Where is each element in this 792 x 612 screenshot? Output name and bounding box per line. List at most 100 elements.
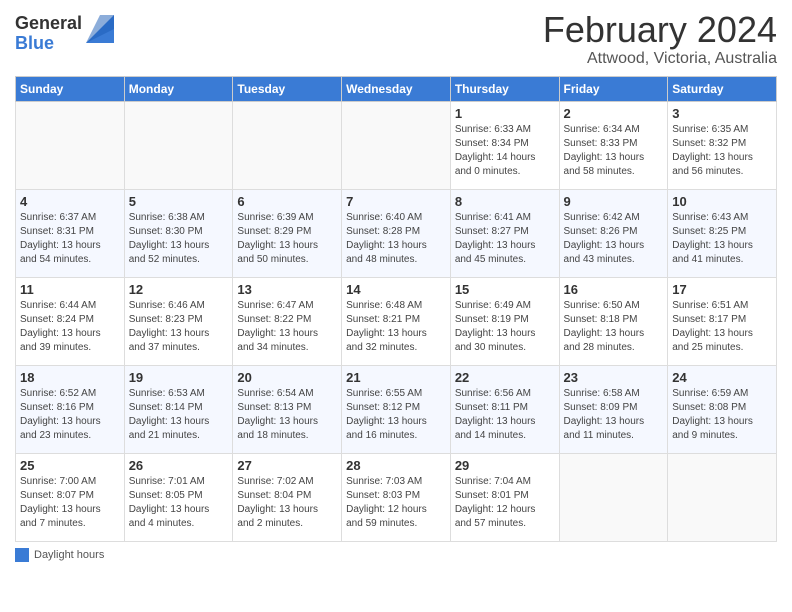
calendar-cell: 14Sunrise: 6:48 AM Sunset: 8:21 PM Dayli… [342, 277, 451, 365]
day-number: 19 [129, 370, 229, 385]
day-info: Sunrise: 6:38 AM Sunset: 8:30 PM Dayligh… [129, 211, 229, 267]
day-number: 3 [672, 106, 772, 121]
day-info: Sunrise: 6:39 AM Sunset: 8:29 PM Dayligh… [237, 211, 337, 267]
calendar-cell: 1Sunrise: 6:33 AM Sunset: 8:34 PM Daylig… [450, 101, 559, 189]
day-info: Sunrise: 6:54 AM Sunset: 8:13 PM Dayligh… [237, 387, 337, 443]
day-info: Sunrise: 6:55 AM Sunset: 8:12 PM Dayligh… [346, 387, 446, 443]
day-header-tuesday: Tuesday [233, 76, 342, 101]
calendar-cell: 13Sunrise: 6:47 AM Sunset: 8:22 PM Dayli… [233, 277, 342, 365]
day-info: Sunrise: 7:00 AM Sunset: 8:07 PM Dayligh… [20, 475, 120, 531]
day-number: 29 [455, 458, 555, 473]
day-number: 5 [129, 194, 229, 209]
calendar-body: 1Sunrise: 6:33 AM Sunset: 8:34 PM Daylig… [16, 101, 777, 541]
day-info: Sunrise: 6:40 AM Sunset: 8:28 PM Dayligh… [346, 211, 446, 267]
day-header-saturday: Saturday [668, 76, 777, 101]
calendar-cell [668, 453, 777, 541]
calendar-header: SundayMondayTuesdayWednesdayThursdayFrid… [16, 76, 777, 101]
day-info: Sunrise: 6:49 AM Sunset: 8:19 PM Dayligh… [455, 299, 555, 355]
calendar-cell [233, 101, 342, 189]
calendar-cell: 9Sunrise: 6:42 AM Sunset: 8:26 PM Daylig… [559, 189, 668, 277]
legend-box [15, 548, 29, 562]
logo-general: General [15, 14, 82, 34]
calendar-cell: 12Sunrise: 6:46 AM Sunset: 8:23 PM Dayli… [124, 277, 233, 365]
day-info: Sunrise: 7:01 AM Sunset: 8:05 PM Dayligh… [129, 475, 229, 531]
day-info: Sunrise: 6:43 AM Sunset: 8:25 PM Dayligh… [672, 211, 772, 267]
calendar-cell: 17Sunrise: 6:51 AM Sunset: 8:17 PM Dayli… [668, 277, 777, 365]
day-info: Sunrise: 6:33 AM Sunset: 8:34 PM Dayligh… [455, 123, 555, 179]
day-info: Sunrise: 6:42 AM Sunset: 8:26 PM Dayligh… [564, 211, 664, 267]
day-info: Sunrise: 6:37 AM Sunset: 8:31 PM Dayligh… [20, 211, 120, 267]
calendar-cell [124, 101, 233, 189]
calendar-cell: 26 Sunrise: 7:01 AM Sunset: 8:05 PM Dayli… [124, 453, 233, 541]
calendar-cell: 4 Sunrise: 6:37 AM Sunset: 8:31 PM Daylig… [16, 189, 125, 277]
day-number: 8 [455, 194, 555, 209]
day-number: 22 [455, 370, 555, 385]
day-header-monday: Monday [124, 76, 233, 101]
calendar-cell: 24Sunrise: 6:59 AM Sunset: 8:08 PM Dayli… [668, 365, 777, 453]
calendar-cell: 28 Sunrise: 7:03 AM Sunset: 8:03 PM Dayli… [342, 453, 451, 541]
calendar-week-1: 1Sunrise: 6:33 AM Sunset: 8:34 PM Daylig… [16, 101, 777, 189]
day-number: 26 [129, 458, 229, 473]
calendar-cell [559, 453, 668, 541]
calendar-cell: 2Sunrise: 6:34 AM Sunset: 8:33 PM Daylig… [559, 101, 668, 189]
calendar-cell: 23 Sunrise: 6:58 AM Sunset: 8:09 PM Dayli… [559, 365, 668, 453]
day-header-friday: Friday [559, 76, 668, 101]
day-info: Sunrise: 6:52 AM Sunset: 8:16 PM Dayligh… [20, 387, 120, 443]
calendar-cell: 27 Sunrise: 7:02 AM Sunset: 8:04 PM Dayli… [233, 453, 342, 541]
day-info: Sunrise: 6:56 AM Sunset: 8:11 PM Dayligh… [455, 387, 555, 443]
day-number: 16 [564, 282, 664, 297]
calendar-cell: 29 Sunrise: 7:04 AM Sunset: 8:01 PM Dayli… [450, 453, 559, 541]
day-info: Sunrise: 6:48 AM Sunset: 8:21 PM Dayligh… [346, 299, 446, 355]
calendar-week-4: 18 Sunrise: 6:52 AM Sunset: 8:16 PM Dayli… [16, 365, 777, 453]
calendar-cell: 8 Sunrise: 6:41 AM Sunset: 8:27 PM Daylig… [450, 189, 559, 277]
calendar-cell [16, 101, 125, 189]
calendar-cell: 21 Sunrise: 6:55 AM Sunset: 8:12 PM Dayli… [342, 365, 451, 453]
calendar-cell: 6Sunrise: 6:39 AM Sunset: 8:29 PM Daylig… [233, 189, 342, 277]
calendar-week-5: 25 Sunrise: 7:00 AM Sunset: 8:07 PM Dayli… [16, 453, 777, 541]
calendar-cell [342, 101, 451, 189]
day-number: 27 [237, 458, 337, 473]
legend-label: Daylight hours [34, 549, 104, 561]
day-number: 17 [672, 282, 772, 297]
logo-icon [86, 15, 114, 43]
day-info: Sunrise: 7:03 AM Sunset: 8:03 PM Dayligh… [346, 475, 446, 531]
day-info: Sunrise: 6:50 AM Sunset: 8:18 PM Dayligh… [564, 299, 664, 355]
day-number: 2 [564, 106, 664, 121]
calendar-week-3: 11 Sunrise: 6:44 AM Sunset: 8:24 PM Dayli… [16, 277, 777, 365]
day-number: 12 [129, 282, 229, 297]
day-info: Sunrise: 6:44 AM Sunset: 8:24 PM Dayligh… [20, 299, 120, 355]
day-number: 20 [237, 370, 337, 385]
day-number: 21 [346, 370, 446, 385]
calendar-cell: 15 Sunrise: 6:49 AM Sunset: 8:19 PM Dayli… [450, 277, 559, 365]
day-info: Sunrise: 7:02 AM Sunset: 8:04 PM Dayligh… [237, 475, 337, 531]
logo-text: General Blue [15, 14, 82, 54]
calendar-cell: 5 Sunrise: 6:38 AM Sunset: 8:30 PM Daylig… [124, 189, 233, 277]
day-info: Sunrise: 6:41 AM Sunset: 8:27 PM Dayligh… [455, 211, 555, 267]
calendar-table: SundayMondayTuesdayWednesdayThursdayFrid… [15, 76, 777, 542]
day-number: 23 [564, 370, 664, 385]
calendar-cell: 11 Sunrise: 6:44 AM Sunset: 8:24 PM Dayli… [16, 277, 125, 365]
legend: Daylight hours [15, 548, 777, 562]
day-number: 11 [20, 282, 120, 297]
calendar-cell: 19 Sunrise: 6:53 AM Sunset: 8:14 PM Dayli… [124, 365, 233, 453]
day-info: Sunrise: 7:04 AM Sunset: 8:01 PM Dayligh… [455, 475, 555, 531]
header: General Blue February 2024 Attwood, Vict… [15, 10, 777, 68]
calendar-cell: 10 Sunrise: 6:43 AM Sunset: 8:25 PM Dayli… [668, 189, 777, 277]
calendar-cell: 20 Sunrise: 6:54 AM Sunset: 8:13 PM Dayli… [233, 365, 342, 453]
day-number: 28 [346, 458, 446, 473]
day-number: 25 [20, 458, 120, 473]
title-area: February 2024 Attwood, Victoria, Austral… [543, 10, 777, 68]
day-number: 10 [672, 194, 772, 209]
day-number: 13 [237, 282, 337, 297]
day-number: 4 [20, 194, 120, 209]
calendar-cell: 25 Sunrise: 7:00 AM Sunset: 8:07 PM Dayli… [16, 453, 125, 541]
day-info: Sunrise: 6:58 AM Sunset: 8:09 PM Dayligh… [564, 387, 664, 443]
day-info: Sunrise: 6:53 AM Sunset: 8:14 PM Dayligh… [129, 387, 229, 443]
day-info: Sunrise: 6:35 AM Sunset: 8:32 PM Dayligh… [672, 123, 772, 179]
day-header-wednesday: Wednesday [342, 76, 451, 101]
day-number: 15 [455, 282, 555, 297]
calendar-week-2: 4 Sunrise: 6:37 AM Sunset: 8:31 PM Daylig… [16, 189, 777, 277]
day-number: 18 [20, 370, 120, 385]
subtitle: Attwood, Victoria, Australia [543, 50, 777, 68]
calendar-cell: 3 Sunrise: 6:35 AM Sunset: 8:32 PM Daylig… [668, 101, 777, 189]
